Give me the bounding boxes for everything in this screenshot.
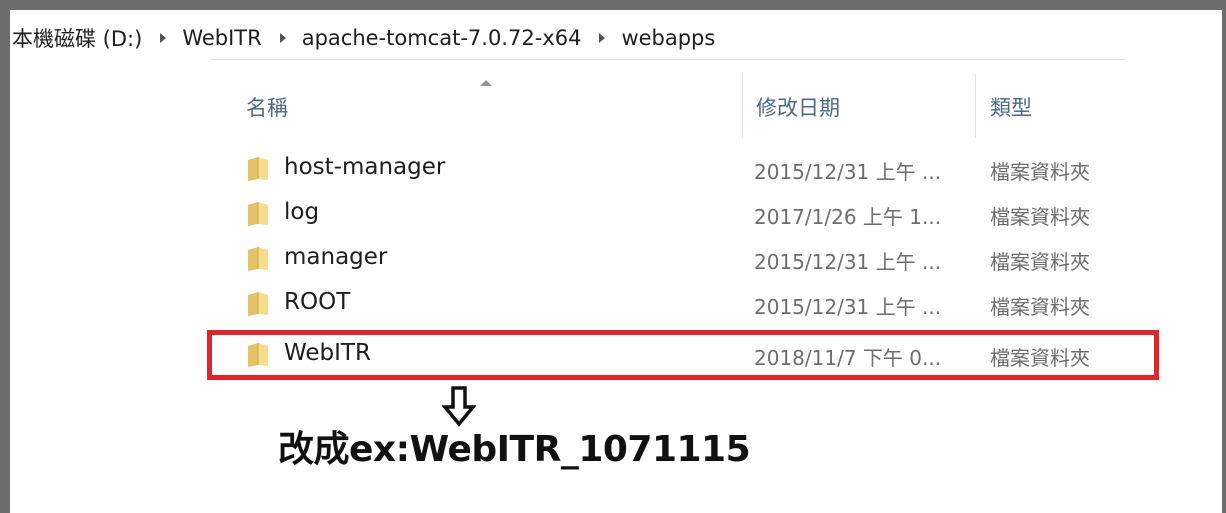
- breadcrumb-webitr[interactable]: WebITR: [182, 26, 261, 50]
- file-type: 檔案資料夾: [990, 295, 1090, 319]
- rename-instruction: 改成ex:WebITR_1071115: [278, 429, 751, 470]
- file-name: manager: [284, 244, 388, 270]
- file-name: ROOT: [284, 289, 351, 315]
- column-divider[interactable]: [975, 74, 976, 138]
- folder-icon: [248, 292, 268, 316]
- file-name: log: [284, 199, 320, 225]
- chevron-right-icon[interactable]: [160, 33, 167, 43]
- file-name: host-manager: [284, 154, 446, 180]
- folder-icon: [248, 202, 268, 226]
- file-type: 檔案資料夾: [990, 160, 1090, 184]
- file-row-host-manager[interactable]: host-manager 2015/12/31 上午 ... 檔案資料夾: [238, 148, 1118, 188]
- file-row-root[interactable]: ROOT 2015/12/31 上午 ... 檔案資料夾: [238, 283, 1118, 323]
- file-row-log[interactable]: log 2017/1/26 上午 1... 檔案資料夾: [238, 193, 1118, 233]
- file-date: 2017/1/26 上午 1...: [754, 205, 942, 229]
- file-type: 檔案資料夾: [990, 250, 1090, 274]
- breadcrumb-tomcat[interactable]: apache-tomcat-7.0.72-x64: [302, 26, 582, 50]
- column-header-date[interactable]: 修改日期: [756, 92, 840, 122]
- column-divider[interactable]: [742, 74, 743, 138]
- breadcrumb-drive[interactable]: 本機磁碟 (D:): [12, 23, 142, 53]
- file-type: 檔案資料夾: [990, 205, 1090, 229]
- column-header-type[interactable]: 類型: [990, 92, 1032, 122]
- sort-ascending-icon: [480, 80, 492, 86]
- highlight-box: [207, 330, 1159, 380]
- file-date: 2015/12/31 上午 ...: [754, 160, 942, 184]
- file-date: 2015/12/31 上午 ...: [754, 295, 942, 319]
- folder-icon: [248, 157, 268, 181]
- file-row-manager[interactable]: manager 2015/12/31 上午 ... 檔案資料夾: [238, 238, 1118, 278]
- folder-icon: [248, 247, 268, 271]
- breadcrumb-webapps[interactable]: webapps: [621, 26, 715, 50]
- chevron-right-icon[interactable]: [279, 33, 286, 43]
- column-header-name[interactable]: 名稱: [246, 92, 288, 122]
- file-date: 2015/12/31 上午 ...: [754, 250, 942, 274]
- divider: [210, 59, 1126, 60]
- breadcrumb: 本機磁碟 (D:) WebITR apache-tomcat-7.0.72-x6…: [12, 24, 715, 52]
- chevron-right-icon[interactable]: [599, 33, 606, 43]
